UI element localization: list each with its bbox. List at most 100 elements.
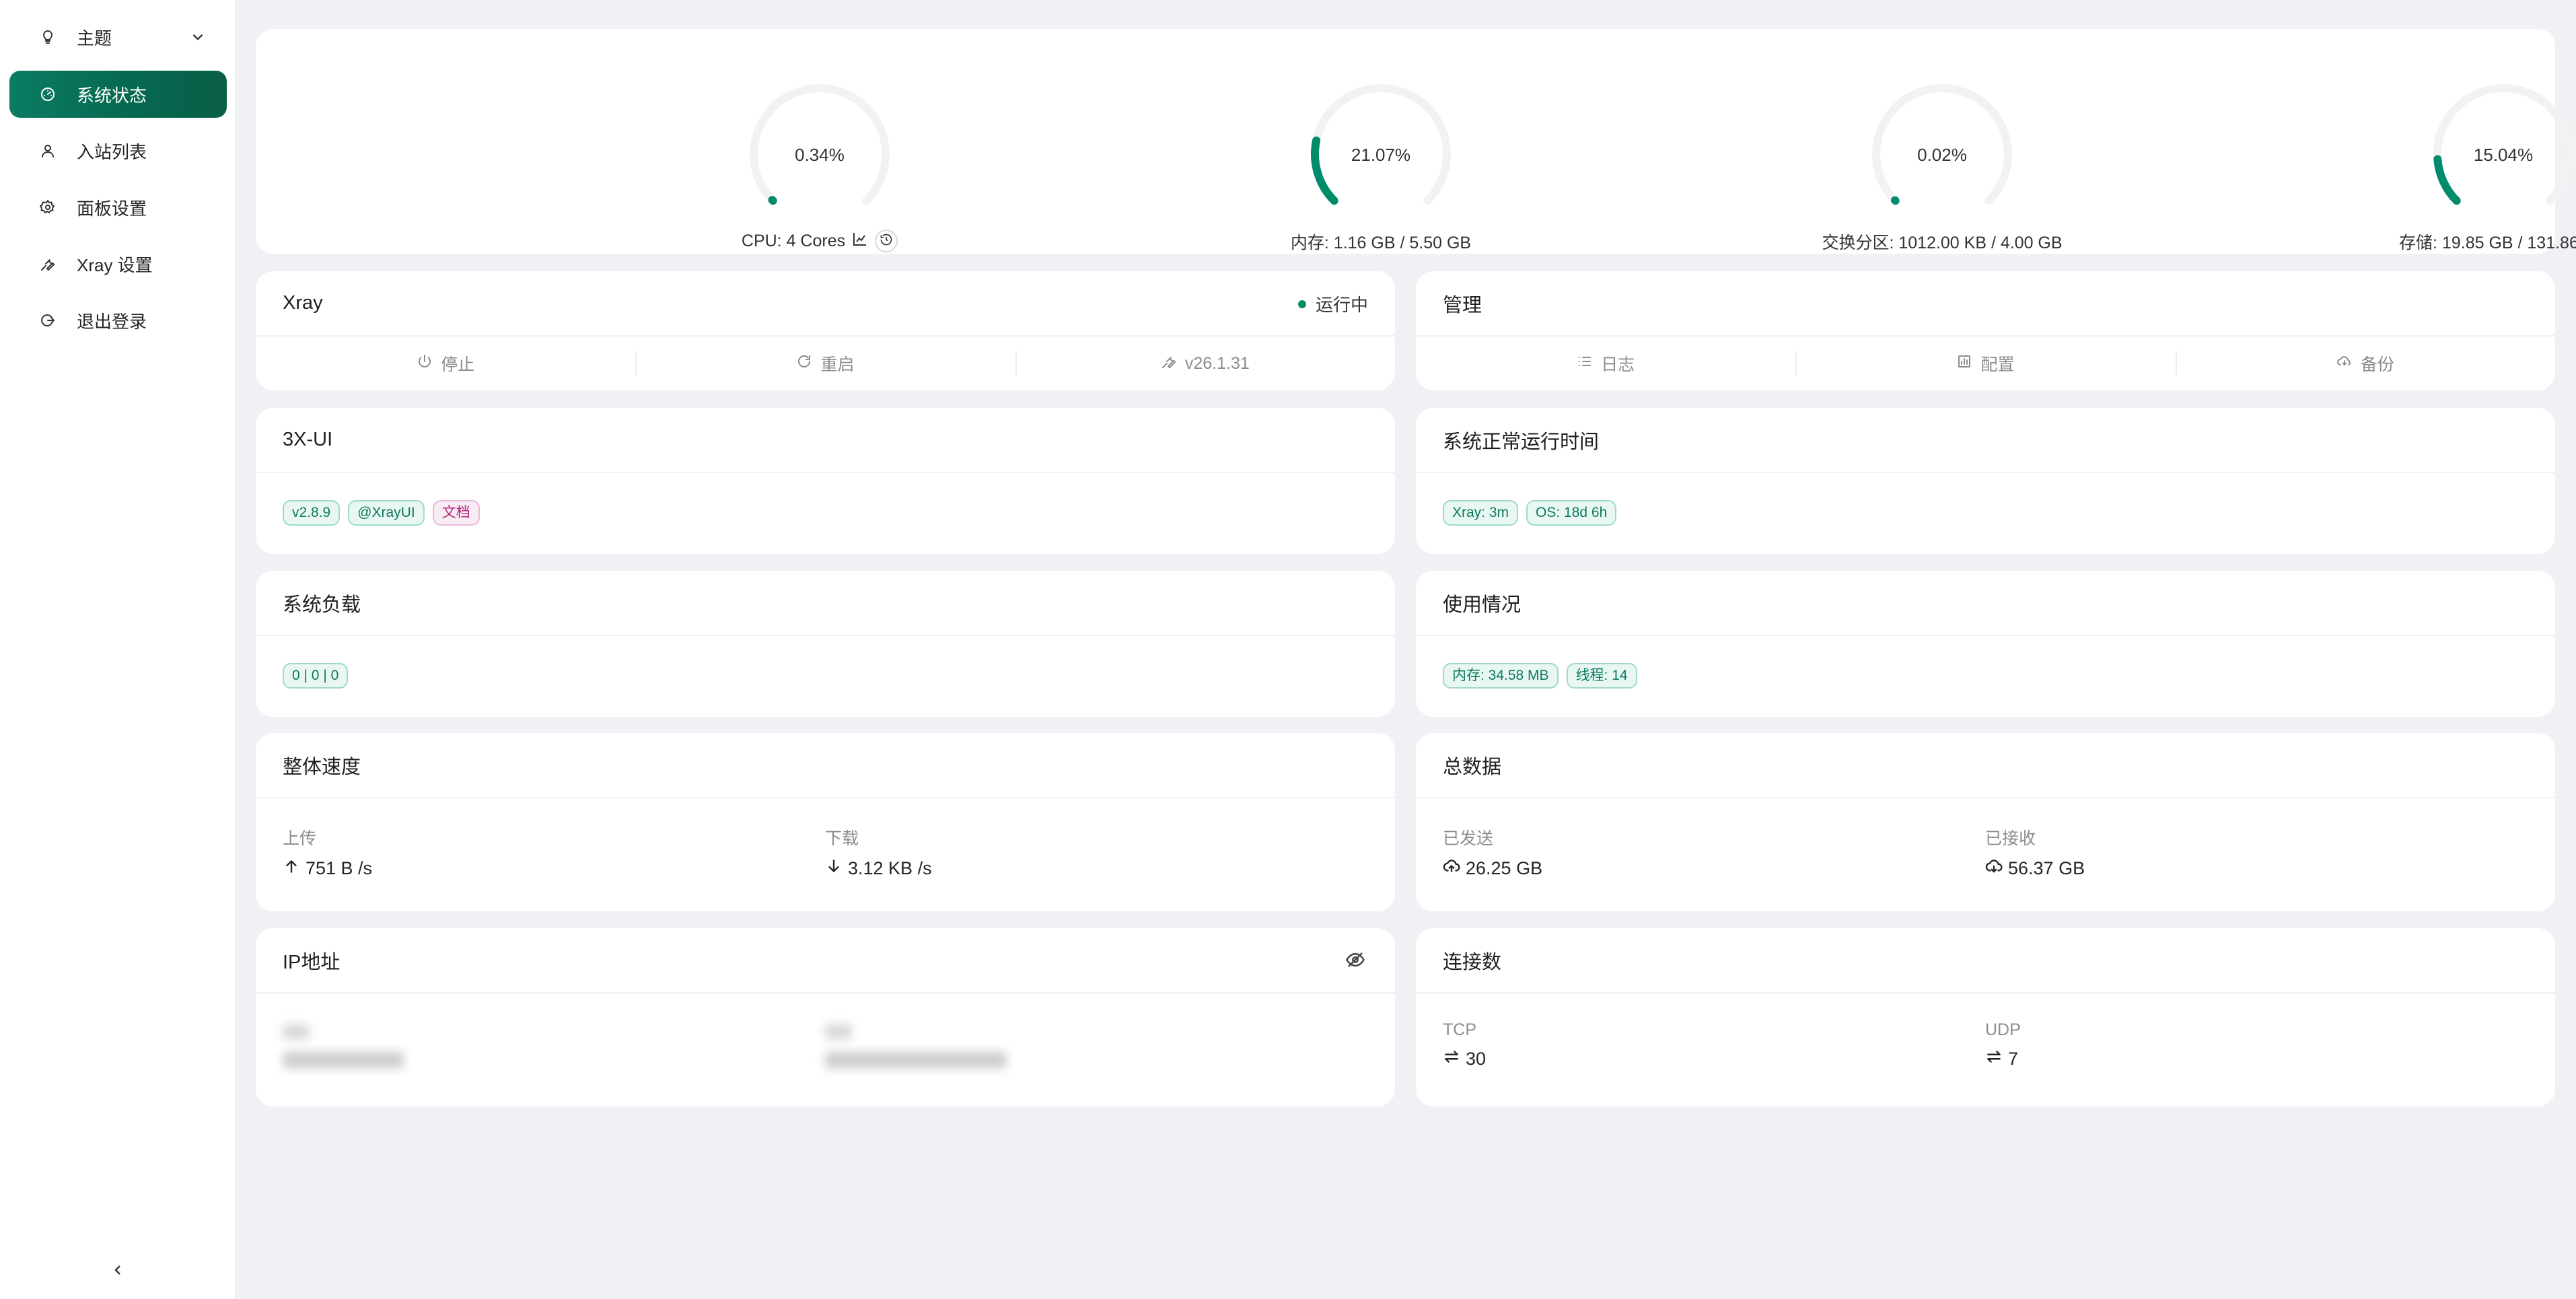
sidebar-item-label: 面板设置 bbox=[77, 198, 147, 219]
cpu-gauge: 0.34% CPU: 4 Cores bbox=[645, 29, 995, 258]
reload-icon bbox=[796, 353, 812, 374]
sidebar-item-system-status[interactable]: 系统状态 bbox=[9, 71, 227, 118]
eye-off-icon bbox=[1345, 952, 1365, 973]
upload-label: 上传 bbox=[283, 829, 317, 848]
stop-button[interactable]: 停止 bbox=[256, 337, 635, 390]
udp-value: 7 bbox=[2008, 1049, 2019, 1069]
storage-caption: 存储: 19.85 GB / 131.86 GB bbox=[2399, 234, 2576, 252]
overall-speed-card: 整体速度 上传 751 B /s 下载 3.12 KB /s bbox=[256, 733, 1395, 911]
ip-address-card: IP地址 bbox=[256, 928, 1395, 1107]
tcp-value: 30 bbox=[1466, 1049, 1487, 1069]
backup-label: 备份 bbox=[2360, 355, 2394, 374]
version-tag[interactable]: v2.8.9 bbox=[283, 500, 341, 526]
cloud-download-icon bbox=[1985, 857, 2003, 880]
uptime-card: 系统正常运行时间 Xray: 3m OS: 18d 6h bbox=[1416, 408, 2555, 554]
xray-card: Xray 运行中 停止 重启 v26.1.31 bbox=[256, 271, 1395, 390]
chart-icon[interactable] bbox=[852, 231, 868, 252]
xui-card: 3X-UI v2.8.9 @XrayUI 文档 bbox=[256, 408, 1395, 554]
udp-label: UDP bbox=[1985, 1020, 2021, 1039]
threads-tag: 线程: 14 bbox=[1566, 663, 1637, 689]
xray-status-text: 运行中 bbox=[1315, 295, 1368, 315]
logout-icon bbox=[36, 309, 59, 332]
sidebar-item-logout[interactable]: 退出登录 bbox=[9, 297, 227, 344]
toggle-ip-visibility-button[interactable] bbox=[1345, 950, 1368, 973]
sent-stat: 已发送 26.25 GB bbox=[1443, 825, 1542, 880]
manage-card: 管理 日志 配置 备份 bbox=[1416, 271, 2555, 390]
xui-card-title: 3X-UI bbox=[256, 408, 1395, 473]
xray-version-button[interactable]: v26.1.31 bbox=[1015, 337, 1395, 390]
xray-status: 运行中 bbox=[1297, 291, 1368, 316]
docs-tag[interactable]: 文档 bbox=[432, 500, 480, 526]
gear-icon bbox=[36, 196, 59, 219]
download-value-row: 3.12 KB /s bbox=[825, 857, 932, 880]
sidebar-item-label: 退出登录 bbox=[77, 311, 147, 332]
collapse-sidebar-button[interactable] bbox=[106, 1260, 129, 1283]
tcp-value-row: 30 bbox=[1443, 1048, 1486, 1070]
tcp-stat: TCP 30 bbox=[1443, 1020, 1486, 1070]
logs-button[interactable]: 日志 bbox=[1416, 337, 1795, 390]
sidebar-item-label: 系统状态 bbox=[77, 85, 147, 106]
tcp-label: TCP bbox=[1443, 1020, 1476, 1039]
received-label: 已接收 bbox=[1985, 829, 2036, 848]
swap-percent: 0.02% bbox=[1917, 145, 1967, 165]
xray-uptime-tag: Xray: 3m bbox=[1443, 500, 1519, 526]
cpu-caption: CPU: 4 Cores bbox=[645, 230, 995, 252]
history-icon bbox=[880, 232, 893, 251]
xray-actions: 停止 重启 v26.1.31 bbox=[256, 337, 1395, 390]
wrench-icon bbox=[36, 252, 59, 275]
sent-value: 26.25 GB bbox=[1466, 858, 1543, 878]
ipv6-hidden bbox=[825, 1024, 1007, 1069]
manage-actions: 日志 配置 备份 bbox=[1416, 337, 2555, 390]
received-value-row: 56.37 GB bbox=[1985, 857, 2085, 880]
tool-icon bbox=[1161, 353, 1177, 374]
cpu-percent: 0.34% bbox=[795, 145, 845, 165]
usage-tags: 内存: 34.58 MB 线程: 14 bbox=[1443, 663, 1637, 689]
upload-value-row: 751 B /s bbox=[283, 857, 372, 880]
dashboard-icon bbox=[36, 83, 59, 106]
received-stat: 已接收 56.37 GB bbox=[1985, 825, 2085, 880]
download-label: 下载 bbox=[825, 829, 859, 848]
bulb-icon bbox=[36, 26, 59, 48]
cloud-sync-icon bbox=[2336, 353, 2353, 374]
ipv4-hidden bbox=[283, 1024, 404, 1069]
sidebar: 主题 系统状态 入站列表 面板设置 Xray 设置 退出登录 bbox=[0, 0, 236, 1299]
sidebar-item-theme[interactable]: 主题 bbox=[9, 13, 227, 61]
system-load-tags: 0 | 0 | 0 bbox=[283, 663, 349, 689]
restart-button[interactable]: 重启 bbox=[635, 337, 1015, 390]
backup-button[interactable]: 备份 bbox=[2175, 337, 2555, 390]
sent-label: 已发送 bbox=[1443, 829, 1494, 848]
xray-card-title: Xray bbox=[256, 271, 1395, 337]
usage-card-title: 使用情况 bbox=[1416, 571, 2555, 636]
sidebar-item-inbounds[interactable]: 入站列表 bbox=[9, 127, 227, 174]
upload-value: 751 B /s bbox=[306, 858, 373, 878]
swap-arrows-icon bbox=[1443, 1048, 1460, 1070]
received-value: 56.37 GB bbox=[2008, 858, 2085, 878]
xray-version: v26.1.31 bbox=[1184, 353, 1250, 373]
download-value: 3.12 KB /s bbox=[848, 858, 932, 878]
os-uptime-tag: OS: 18d 6h bbox=[1526, 500, 1617, 526]
chevron-left-icon bbox=[110, 1262, 126, 1282]
udp-stat: UDP 7 bbox=[1985, 1020, 2021, 1070]
sidebar-item-xray-settings[interactable]: Xray 设置 bbox=[9, 240, 227, 287]
total-data-title: 总数据 bbox=[1416, 733, 2555, 798]
load-average-tag: 0 | 0 | 0 bbox=[283, 663, 349, 689]
manage-card-title: 管理 bbox=[1416, 271, 2555, 337]
storage-gauge: 15.04% 存储: 19.85 GB / 131.86 GB bbox=[2328, 29, 2576, 258]
history-button[interactable] bbox=[875, 230, 898, 252]
swap-arrows-icon bbox=[1985, 1048, 2003, 1070]
config-icon bbox=[1956, 353, 1972, 374]
system-load-title: 系统负载 bbox=[256, 571, 1395, 636]
system-load-card: 系统负载 0 | 0 | 0 bbox=[256, 571, 1395, 717]
uptime-tags: Xray: 3m OS: 18d 6h bbox=[1443, 500, 1617, 526]
overall-speed-title: 整体速度 bbox=[256, 733, 1395, 798]
telegram-tag[interactable]: @XrayUI bbox=[348, 500, 425, 526]
stop-label: 停止 bbox=[441, 355, 475, 374]
config-button[interactable]: 配置 bbox=[1795, 337, 2175, 390]
usage-card: 使用情况 内存: 34.58 MB 线程: 14 bbox=[1416, 571, 2555, 717]
total-data-card: 总数据 已发送 26.25 GB 已接收 56.37 GB bbox=[1416, 733, 2555, 911]
sidebar-item-panel-settings[interactable]: 面板设置 bbox=[9, 184, 227, 231]
arrow-down-icon bbox=[825, 857, 843, 880]
ip-address-title: IP地址 bbox=[256, 928, 1395, 993]
storage-percent: 15.04% bbox=[2473, 145, 2534, 165]
connections-card: 连接数 TCP 30 UDP 7 bbox=[1416, 928, 2555, 1107]
